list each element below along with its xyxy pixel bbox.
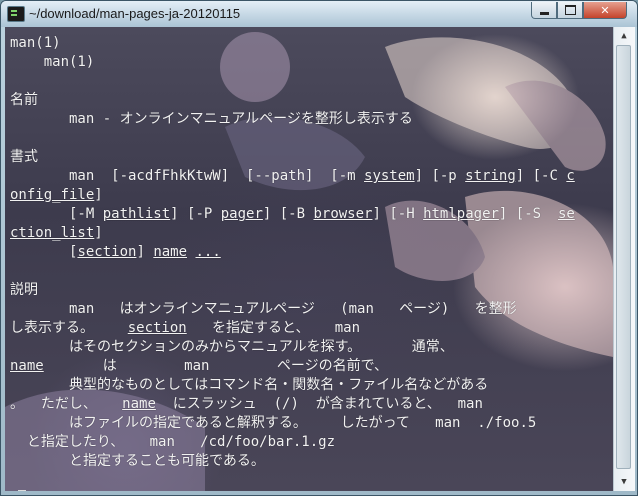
terminal-text: と指定したり、 man /cd/foo/bar.1.gz: [10, 434, 336, 450]
terminal-line: と指定することも可能である。: [10, 452, 575, 471]
scroll-down-icon[interactable]: ▼: [617, 475, 631, 489]
terminal-line: ction_list]: [10, 224, 575, 243]
underlined-text: htmlpager: [423, 206, 499, 222]
terminal-output: man(1) man(1) 名前 man - オンラインマニュアルページを整形し表…: [10, 34, 575, 491]
terminal-line: はそのセクションのみからマニュアルを探す。 通常、: [10, 338, 575, 357]
terminal-line: man(1): [10, 53, 575, 72]
underlined-text: c: [566, 168, 575, 184]
terminal-text: ]: [136, 244, 154, 260]
terminal-line: し表示する。 section を指定すると、 man: [10, 319, 575, 338]
text-cursor: [18, 490, 27, 491]
window-title: ~/download/man-pages-ja-20120115: [29, 6, 241, 21]
underlined-text: section: [127, 320, 187, 336]
underlined-text: string: [465, 168, 516, 184]
terminal-text: はそのセクションのみからマニュアルを探す。 通常、: [10, 339, 454, 355]
terminal-line: 典型的なものとしてはコマンド名・関数名・ファイル名などがある: [10, 376, 575, 395]
title-bar[interactable]: ~/download/man-pages-ja-20120115 ✕: [1, 1, 637, 27]
underlined-text: name: [10, 358, 44, 374]
underlined-text: onfig_file: [10, 187, 95, 203]
terminal-line: man(1): [10, 34, 575, 53]
minimize-icon: [539, 11, 549, 15]
terminal-line: [section] name ...: [10, 243, 575, 262]
terminal-text: 。 ただし、: [10, 396, 123, 412]
terminal-text: は man ページの名前で、: [43, 358, 389, 374]
terminal-text: man はオンラインマニュアルページ (man ページ) を整形: [10, 301, 517, 317]
underlined-text: pathlist: [102, 206, 171, 222]
terminal-text: ]: [94, 225, 103, 241]
scrollbar-thumb[interactable]: [616, 45, 631, 469]
maximize-button[interactable]: [557, 2, 583, 19]
terminal-text: にスラッシュ (/) が含まれていると、 man: [155, 396, 483, 412]
underlined-text: name: [153, 244, 188, 260]
minimize-button[interactable]: [531, 2, 557, 19]
underlined-text: system: [364, 168, 415, 184]
underlined-text: section: [77, 244, 137, 260]
terminal-text: 典型的なものとしてはコマンド名・関数名・ファイル名などがある: [10, 377, 489, 393]
terminal-text: を指定すると、 man: [186, 320, 361, 336]
terminal-text: はファイルの指定であると解釈する。 したがって man ./foo.5: [10, 415, 537, 431]
terminal-text: man [-acdfFhkKtwW] [--path] [-m: [10, 168, 365, 184]
close-icon: ✕: [600, 3, 610, 17]
terminal-line: [-M pathlist] [-P pager] [-B browser] [-…: [10, 205, 575, 224]
terminal-line: man はオンラインマニュアルページ (man ページ) を整形: [10, 300, 575, 319]
terminal-line: 。 ただし、 name にスラッシュ (/) が含まれていると、 man: [10, 395, 575, 414]
terminal-line: はファイルの指定であると解釈する。 したがって man ./foo.5: [10, 414, 575, 433]
terminal-text: ] [-B: [262, 206, 314, 222]
underlined-text: browser: [313, 206, 373, 222]
underlined-text: ction_list: [10, 225, 95, 241]
terminal-line: 説明: [10, 281, 575, 300]
underlined-text: se: [557, 206, 575, 222]
terminal-text: 説明: [10, 282, 38, 298]
terminal-text: 書式: [10, 149, 38, 165]
terminal-line: man [-acdfFhkKtwW] [--path] [-m system] …: [10, 167, 575, 186]
terminal-text: man(1): [10, 54, 95, 70]
terminal-text: [: [10, 244, 78, 260]
terminal-line: name は man ページの名前で、: [10, 357, 575, 376]
terminal-text: と指定することも可能である。: [10, 453, 265, 469]
terminal-text: 名前: [10, 92, 38, 108]
underlined-text: pager: [220, 206, 263, 222]
terminal-text: ] [-H: [372, 206, 424, 222]
terminal-line: 名前: [10, 91, 575, 110]
terminal-app-icon: [7, 6, 25, 22]
terminal-text: man(1): [10, 35, 61, 51]
terminal-window: ~/download/man-pages-ja-20120115 ✕ man(1…: [0, 0, 638, 496]
terminal-text: ] [-p: [414, 168, 466, 184]
scroll-up-icon[interactable]: ▲: [617, 29, 631, 43]
terminal-line: と指定したり、 man /cd/foo/bar.1.gz: [10, 433, 575, 452]
terminal-line: 書式: [10, 148, 575, 167]
underlined-text: ...: [195, 244, 221, 260]
terminal-text: [-M: [10, 206, 103, 222]
underlined-text: name: [122, 396, 156, 412]
close-button[interactable]: ✕: [583, 2, 627, 19]
maximize-icon: [564, 5, 576, 15]
terminal-text: ] [-S: [498, 206, 558, 222]
terminal-text: し表示する。: [10, 320, 128, 336]
terminal-text: man - オンラインマニュアルページを整形し表示する: [10, 111, 413, 127]
terminal-text: ]: [94, 187, 103, 203]
vertical-scrollbar[interactable]: ▲ ▼: [613, 27, 635, 491]
terminal-line: man - オンラインマニュアルページを整形し表示する: [10, 110, 575, 129]
terminal-text: ] [-C: [515, 168, 567, 184]
terminal-line: :: [10, 490, 575, 491]
terminal-line: onfig_file]: [10, 186, 575, 205]
terminal-area[interactable]: man(1) man(1) 名前 man - オンラインマニュアルページを整形し表…: [5, 27, 613, 491]
terminal-text: ] [-P: [170, 206, 221, 222]
